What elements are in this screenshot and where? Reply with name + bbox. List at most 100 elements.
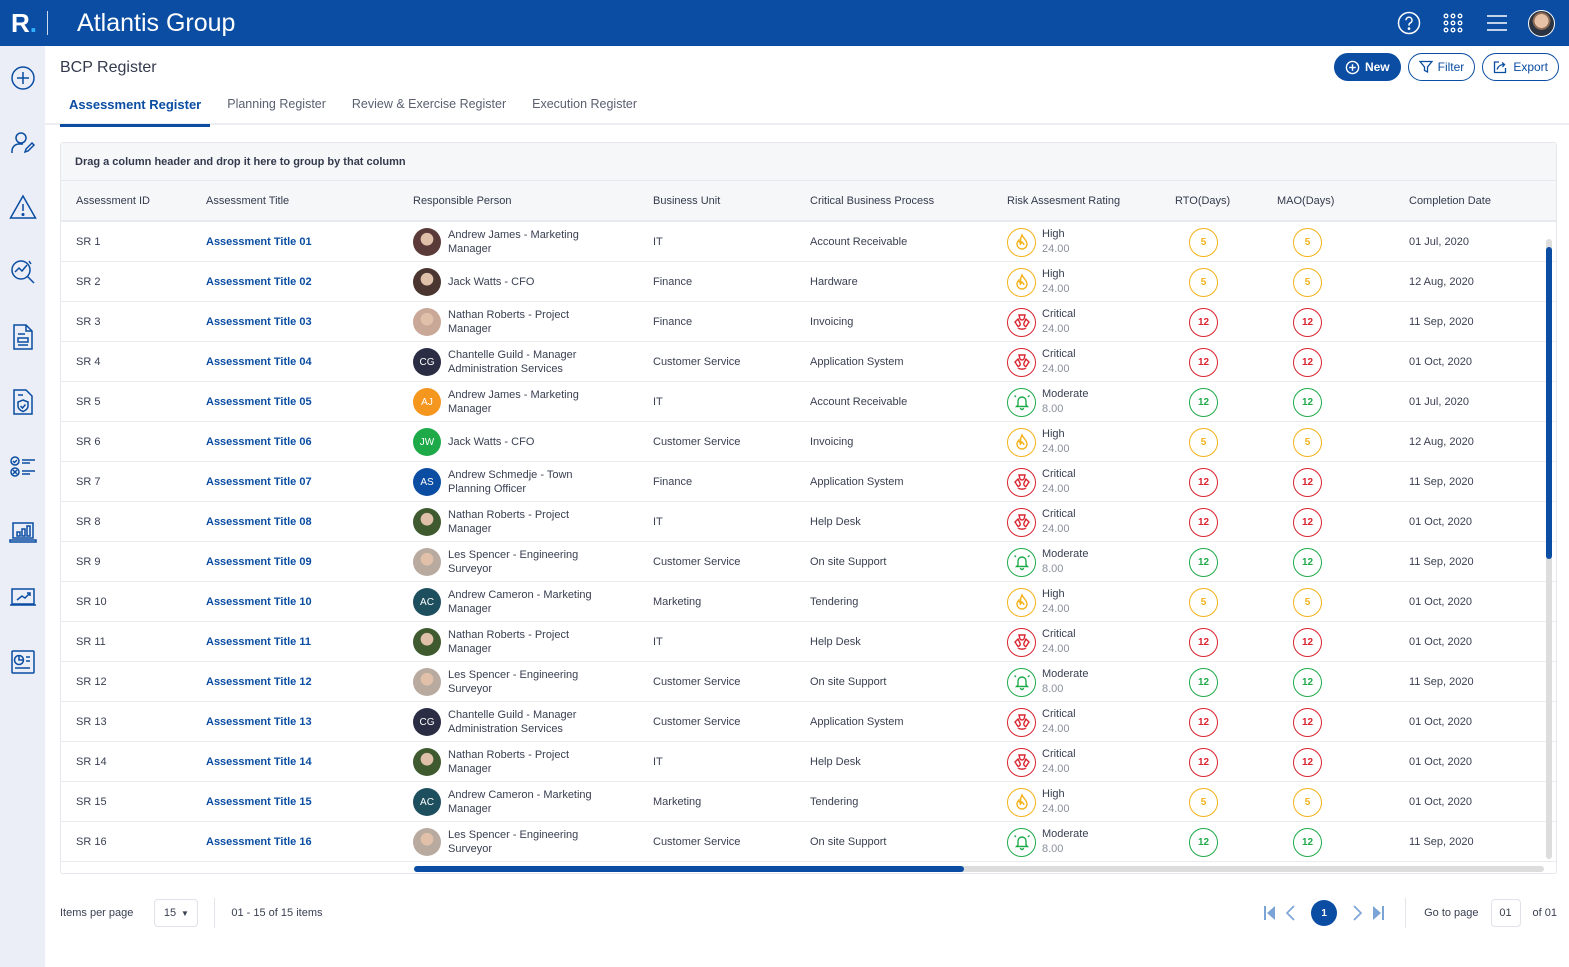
table-row[interactable]: SR 15 Assessment Title 15 AC Andrew Camer… — [61, 782, 1556, 822]
assessment-title-link[interactable]: Assessment Title 15 — [206, 782, 312, 822]
tab-planning-register[interactable]: Planning Register — [218, 89, 335, 125]
column-header-completion-date[interactable]: Completion Date — [1409, 195, 1491, 207]
table-row[interactable]: SR 6 Assessment Title 06 JW Jack Watts - … — [61, 422, 1556, 462]
table-row[interactable]: SR 12 Assessment Title 12 Les Spencer - … — [61, 662, 1556, 702]
critical-hazard-icon — [1007, 347, 1036, 377]
filter-button-label: Filter — [1437, 60, 1465, 74]
column-header-risk-rating[interactable]: Risk Assesment Rating — [1007, 195, 1120, 207]
rating-label: Critical — [1042, 708, 1076, 720]
table-row[interactable]: SR 13 Assessment Title 13 CG Chantelle Gu… — [61, 702, 1556, 742]
assessment-title-link[interactable]: Assessment Title 16 — [206, 822, 312, 862]
sidebar-item-analysis[interactable] — [8, 257, 37, 286]
sidebar-item-reports[interactable] — [8, 647, 37, 676]
business-process: Help Desk — [810, 756, 861, 768]
column-header-assessment-title[interactable]: Assessment Title — [206, 195, 289, 207]
vertical-scrollbar[interactable] — [1546, 239, 1552, 859]
goto-page-input[interactable] — [1490, 899, 1521, 927]
org-name: Atlantis Group — [77, 8, 236, 37]
sidebar-item-dashboard[interactable] — [8, 517, 37, 546]
menu-icon[interactable] — [1484, 10, 1510, 36]
table-row[interactable]: SR 5 Assessment Title 05 AJ Andrew James … — [61, 382, 1556, 422]
sidebar-item-add[interactable] — [8, 63, 37, 92]
rating-score: 8.00 — [1042, 563, 1064, 575]
sidebar-item-risks[interactable] — [8, 192, 37, 221]
tab-execution-register[interactable]: Execution Register — [523, 89, 646, 125]
brand-logo[interactable]: R. — [11, 8, 37, 39]
assessment-title-link[interactable]: Assessment Title 09 — [206, 542, 312, 582]
trend-chart-icon — [9, 587, 36, 606]
table-row[interactable]: SR 3 Assessment Title 03 Nathan Roberts … — [61, 302, 1556, 342]
assessment-title-link[interactable]: Assessment Title 10 — [206, 582, 312, 622]
column-header-responsible-person[interactable]: Responsible Person — [413, 195, 511, 207]
tab-assessment-register[interactable]: Assessment Register — [60, 89, 211, 127]
assessment-id: SR 8 — [76, 516, 101, 528]
column-header-critical-business-process[interactable]: Critical Business Process — [810, 195, 934, 207]
assessment-title-link[interactable]: Assessment Title 06 — [206, 422, 312, 462]
help-icon[interactable] — [1396, 10, 1422, 36]
export-button[interactable]: Export — [1482, 53, 1559, 81]
completion-date: 11 Sep, 2020 — [1409, 476, 1474, 488]
business-process: Application System — [810, 476, 904, 488]
rating-label: Critical — [1042, 628, 1076, 640]
table-row[interactable]: SR 2 Assessment Title 02 Jack Watts - CF… — [61, 262, 1556, 302]
sidebar-item-checklists[interactable] — [8, 452, 37, 481]
assessment-title-link[interactable]: Assessment Title 13 — [206, 702, 312, 742]
assessment-title-link[interactable]: Assessment Title 05 — [206, 382, 312, 422]
column-header-rto[interactable]: RTO(Days) — [1175, 195, 1230, 207]
sidebar-item-trends[interactable] — [8, 582, 37, 611]
table-row[interactable]: SR 4 Assessment Title 04 CG Chantelle Gui… — [61, 342, 1556, 382]
table-row[interactable]: SR 7 Assessment Title 07 AS Andrew Schmed… — [61, 462, 1556, 502]
table-row[interactable]: SR 16 Assessment Title 16 Les Spencer - … — [61, 822, 1556, 862]
person-name: Nathan Roberts - Project Manager — [448, 629, 570, 655]
assessment-title-link[interactable]: Assessment Title 08 — [206, 502, 312, 542]
sidebar-item-policies[interactable] — [8, 387, 37, 416]
avatar — [413, 308, 441, 336]
tab-review-exercise-register[interactable]: Review & Exercise Register — [343, 89, 515, 125]
assessment-title-link[interactable]: Assessment Title 02 — [206, 262, 312, 302]
table-row[interactable]: SR 10 Assessment Title 10 AC Andrew Camer… — [61, 582, 1556, 622]
user-avatar[interactable] — [1528, 9, 1555, 37]
assessment-title-link[interactable]: Assessment Title 03 — [206, 302, 312, 342]
assessment-title-link[interactable]: Assessment Title 04 — [206, 342, 312, 382]
last-page-icon[interactable] — [1371, 904, 1385, 922]
avatar — [413, 628, 441, 656]
assessment-title-link[interactable]: Assessment Title 14 — [206, 742, 312, 782]
sidebar-item-documents[interactable] — [8, 322, 37, 351]
next-page-icon[interactable] — [1351, 904, 1365, 922]
sidebar-item-users[interactable] — [8, 128, 37, 157]
assessment-id: SR 5 — [76, 396, 101, 408]
column-header-mao[interactable]: MAO(Days) — [1277, 195, 1334, 207]
table-row[interactable]: SR 1 Assessment Title 01 Andrew James - … — [61, 222, 1556, 262]
avatar-initials: AJ — [421, 396, 433, 408]
filter-button[interactable]: Filter — [1407, 53, 1476, 81]
assessment-title-link[interactable]: Assessment Title 01 — [206, 222, 312, 262]
group-drop-zone[interactable]: Drag a column header and drop it here to… — [61, 143, 1556, 181]
items-per-page-select[interactable]: 15 ▼ — [154, 899, 199, 927]
apps-grid-icon[interactable] — [1440, 10, 1466, 36]
horizontal-scroll-thumb[interactable] — [414, 866, 964, 872]
rating-label: Critical — [1042, 468, 1076, 480]
column-header-assessment-id[interactable]: Assessment ID — [76, 195, 150, 207]
table-row[interactable]: SR 8 Assessment Title 08 Nathan Roberts … — [61, 502, 1556, 542]
new-button[interactable]: New — [1333, 53, 1401, 81]
vertical-scroll-thumb[interactable] — [1546, 247, 1552, 559]
business-unit: IT — [653, 396, 663, 408]
business-process: Help Desk — [810, 636, 861, 648]
risk-rating: High 24.00 — [1007, 582, 1070, 622]
business-unit: Customer Service — [653, 356, 741, 368]
assessment-id: SR 10 — [76, 596, 107, 608]
assessment-title-link[interactable]: Assessment Title 07 — [206, 462, 312, 502]
column-header-business-unit[interactable]: Business Unit — [653, 195, 720, 207]
first-page-icon[interactable] — [1263, 904, 1277, 922]
table-row[interactable]: SR 11 Assessment Title 11 Nathan Roberts… — [61, 622, 1556, 662]
table-row[interactable]: SR 14 Assessment Title 14 Nathan Roberts… — [61, 742, 1556, 782]
horizontal-scrollbar[interactable] — [414, 866, 1544, 872]
rto-cell: 5 — [1189, 262, 1218, 302]
rating-score: 24.00 — [1042, 523, 1070, 535]
rating-label: High — [1042, 588, 1065, 600]
assessment-title-link[interactable]: Assessment Title 11 — [206, 622, 311, 662]
prev-page-icon[interactable] — [1283, 904, 1297, 922]
table-row[interactable]: SR 9 Assessment Title 09 Les Spencer - E… — [61, 542, 1556, 582]
assessment-title-link[interactable]: Assessment Title 12 — [206, 662, 312, 702]
page-number-button[interactable]: 1 — [1311, 900, 1338, 926]
